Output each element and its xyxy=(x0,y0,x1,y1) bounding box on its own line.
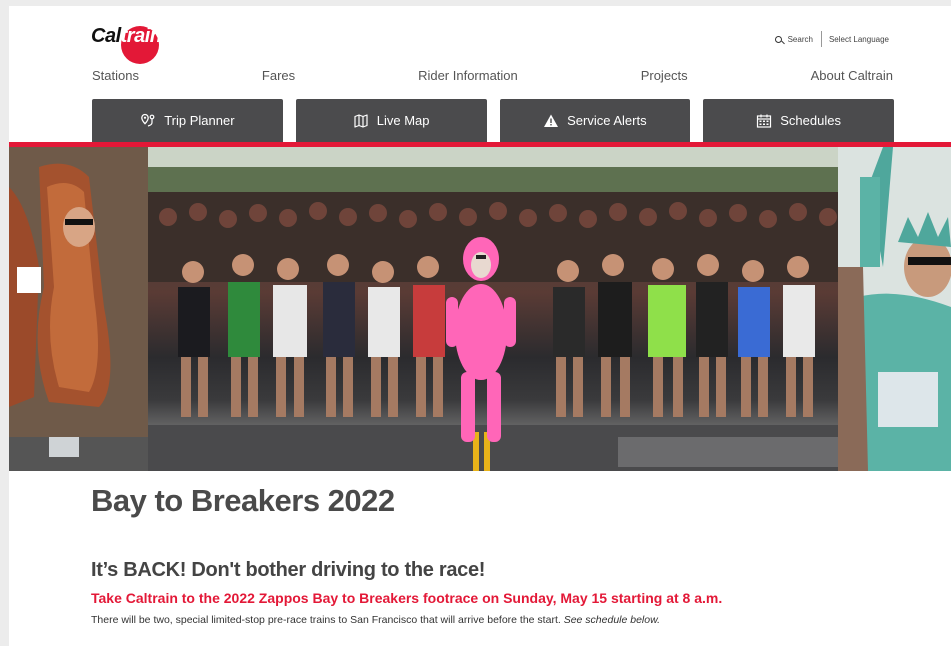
service-alerts-button[interactable]: Service Alerts xyxy=(499,99,691,142)
search-icon xyxy=(774,35,782,43)
see-schedule-note: See schedule below. xyxy=(563,614,661,626)
article-body-text: There will be two, special limited-stop … xyxy=(91,614,561,626)
schedules-label: Schedules xyxy=(780,113,841,128)
nav-item-projects[interactable]: Projects xyxy=(641,68,688,83)
utility-bar: Search Select Language xyxy=(774,31,889,47)
article-subtitle: It’s BACK! Don't bother driving to the r… xyxy=(91,559,486,581)
trip-planner-icon xyxy=(141,113,155,127)
hero-image-race-crowd xyxy=(9,147,951,471)
schedules-button[interactable]: Schedules xyxy=(703,99,894,142)
calendar-icon xyxy=(757,114,772,128)
caltrain-logo[interactable]: Caltrain xyxy=(91,16,162,64)
main-nav: Stations Fares Rider Information Project… xyxy=(92,68,893,83)
trip-planner-label: Trip Planner xyxy=(164,113,235,128)
hero-center-crowd xyxy=(148,147,838,471)
hero-left-panel-bacon-costume xyxy=(9,147,148,471)
nav-item-fares[interactable]: Fares xyxy=(262,68,295,83)
page: Caltrain Search Select Language Stations… xyxy=(9,6,951,646)
live-map-button[interactable]: Live Map xyxy=(295,99,487,142)
site-header: Caltrain Search Select Language Stations… xyxy=(9,6,951,142)
service-alerts-label: Service Alerts xyxy=(567,113,647,128)
search-label: Search xyxy=(787,34,813,44)
alert-icon xyxy=(544,114,559,127)
map-icon xyxy=(354,113,368,128)
article-body: There will be two, special limited-stop … xyxy=(91,614,660,626)
quick-links: Trip Planner Live Map Service Alerts Sch… xyxy=(92,99,894,142)
nav-item-about-caltrain[interactable]: About Caltrain xyxy=(811,68,893,83)
trip-planner-button[interactable]: Trip Planner xyxy=(92,99,283,142)
logo-text-train: train xyxy=(120,24,162,47)
logo-text-cal: Cal xyxy=(91,24,121,47)
article-highlight: Take Caltrain to the 2022 Zappos Bay to … xyxy=(91,590,723,606)
page-title: Bay to Breakers 2022 xyxy=(91,483,395,518)
live-map-label: Live Map xyxy=(376,113,430,128)
nav-item-rider-information[interactable]: Rider Information xyxy=(418,68,518,83)
hero-right-panel-liberty-costume xyxy=(838,147,951,471)
language-select[interactable]: Select Language xyxy=(822,35,889,44)
search-link[interactable]: Search xyxy=(774,31,822,47)
nav-item-stations[interactable]: Stations xyxy=(92,68,139,83)
